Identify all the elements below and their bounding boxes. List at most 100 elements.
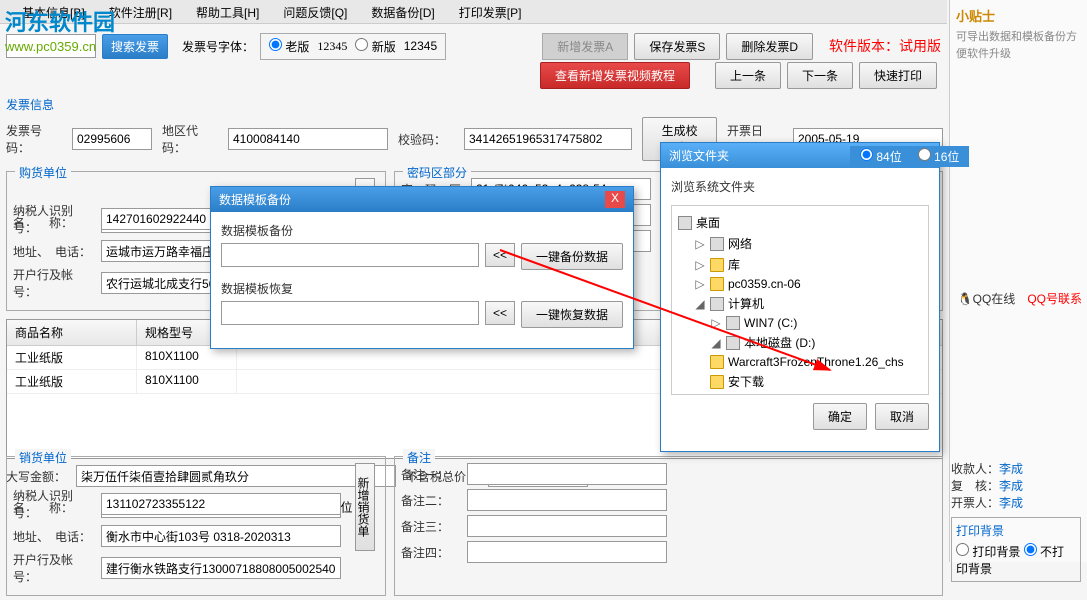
collapse-icon[interactable]: ◢ [710, 336, 722, 350]
menu-feedback[interactable]: 问题反馈[Q] [271, 0, 359, 23]
goods-cell: 工业纸版 [7, 346, 137, 369]
logo-url: www.pc0359.cn [5, 39, 115, 54]
invoice-info-section: 发票信息 [6, 96, 943, 113]
review-label: 复 核： [951, 479, 999, 493]
bit16-radio[interactable]: 16位 [918, 148, 960, 165]
close-icon[interactable]: X [605, 191, 625, 208]
browse-folder-dialog: 浏览文件夹 X 浏览系统文件夹 桌面 ▷网络 ▷库 ▷pc0359.cn-06 … [660, 142, 940, 452]
buyer-section: 购货单位 [15, 164, 71, 181]
menu-print[interactable]: 打印发票[P] [447, 0, 534, 23]
qq-online-link[interactable]: QQ在线 [973, 292, 1016, 306]
seller-tax-label: 纳税人识别号： [13, 487, 91, 521]
tips-title: 小贴士 [956, 6, 1081, 25]
expand-icon[interactable]: ▷ [694, 277, 706, 291]
seller-section: 销货单位 [15, 449, 71, 466]
font-old-sample: 12345 [317, 39, 347, 54]
version-text: 软件版本：试用版 [829, 36, 941, 56]
remark3-input[interactable] [467, 515, 667, 537]
backup-dialog-title: 数据模板备份 [219, 191, 291, 208]
logo-text: 河东软件园 [5, 5, 115, 37]
seller-bank-label: 开户行及帐号： [13, 551, 91, 585]
ok-button[interactable]: 确定 [813, 403, 867, 430]
qq-online-icon: 🐧 [958, 292, 973, 306]
tree-win7[interactable]: ▷WIN7 (C:) [678, 314, 922, 332]
delete-invoice-button[interactable]: 删除发票D [726, 33, 813, 60]
font-label: 发票号字体： [182, 38, 254, 55]
tree-libraries[interactable]: ▷库 [678, 254, 922, 275]
save-invoice-button[interactable]: 保存发票S [634, 33, 720, 60]
network-icon [710, 237, 724, 251]
tree-warcraft[interactable]: Warcraft3FrozenThrone1.26_chs [678, 353, 922, 371]
add-seller-button[interactable]: 新增销货单位 [355, 463, 375, 551]
seller-fieldset: 销货单位 名 称：新增销货单位 纳税人识别号： 地址、 电话： 开户行及帐号： [6, 456, 386, 596]
tree-download[interactable]: 安下载 [678, 371, 922, 392]
issuer-value: 李成 [999, 496, 1023, 510]
expand-icon[interactable]: ▷ [694, 258, 706, 272]
seller-tax-input[interactable] [101, 493, 341, 515]
remark1-input[interactable] [467, 463, 667, 485]
qq-contact-link[interactable]: QQ号联系 [1027, 292, 1082, 306]
region-label: 地区代码： [162, 122, 218, 156]
backup-execute-button[interactable]: 一键备份数据 [521, 243, 623, 270]
buyer-bank-label: 开户行及帐号： [13, 266, 91, 300]
backup-label: 数据模板备份 [221, 222, 623, 239]
print-bg-yes[interactable]: 打印背景 [956, 545, 1020, 559]
cancel-button[interactable]: 取消 [875, 403, 929, 430]
backup-path-input[interactable] [221, 243, 479, 267]
tree-pc0359[interactable]: ▷pc0359.cn-06 [678, 275, 922, 293]
goods-cell: 810X1100 [137, 346, 237, 369]
font-radio-group: 老版 12345 新版 12345 [260, 33, 446, 60]
menu-backup[interactable]: 数据备份[D] [359, 0, 446, 23]
bit84-radio[interactable]: 84位 [860, 148, 902, 165]
restore-execute-button[interactable]: 一键恢复数据 [521, 301, 623, 328]
toolbar-row2: 查看新增发票视频教程 上一条 下一条 快速打印 [0, 60, 947, 90]
restore-browse-button[interactable]: << [485, 301, 515, 325]
remark-section: 备注 [403, 449, 435, 466]
folder-icon [710, 277, 724, 291]
tree-pending[interactable]: 安等待上传 [678, 392, 922, 395]
backup-dialog: 数据模板备份 X 数据模板备份 << 一键备份数据 数据模板恢复 << 一键恢复… [210, 186, 634, 349]
remark2-input[interactable] [467, 489, 667, 511]
remark2-label: 备注二： [401, 492, 457, 509]
new-invoice-button[interactable]: 新增发票A [542, 33, 628, 60]
quick-print-button[interactable]: 快速打印 [859, 62, 937, 89]
invoice-num-input[interactable] [72, 128, 152, 150]
tree-computer[interactable]: ◢计算机 [678, 293, 922, 314]
folder-icon [710, 355, 724, 369]
recv-label: 收款人： [951, 462, 999, 476]
folder-icon [710, 375, 724, 389]
check-input[interactable] [464, 128, 632, 150]
remark-fieldset: 备注 备注一： 备注二： 备注三： 备注四： [394, 456, 943, 596]
restore-path-input[interactable] [221, 301, 479, 325]
remark4-input[interactable] [467, 541, 667, 563]
prev-button[interactable]: 上一条 [715, 62, 781, 89]
expand-icon[interactable]: ▷ [710, 316, 722, 330]
backup-browse-button[interactable]: << [485, 243, 515, 267]
check-label: 校验码： [398, 131, 454, 148]
desktop-icon [678, 216, 692, 230]
invoice-num-label: 发票号码： [6, 122, 62, 156]
tree-desktop[interactable]: 桌面 [678, 212, 922, 233]
browse-dialog-title: 浏览文件夹 [669, 147, 729, 164]
font-old-radio[interactable]: 老版 [269, 38, 309, 55]
seller-bank-input[interactable] [101, 557, 341, 579]
next-button[interactable]: 下一条 [787, 62, 853, 89]
collapse-icon[interactable]: ◢ [694, 297, 706, 311]
goods-cell: 810X1100 [137, 370, 237, 393]
tree-local-d[interactable]: ◢本地磁盘 (D:) [678, 332, 922, 353]
restore-label: 数据模板恢复 [221, 280, 623, 297]
print-section: 收款人：李成 复 核：李成 开票人：李成 打印背景 打印背景 不打印背景 [951, 460, 1081, 582]
logo: 河东软件园 www.pc0359.cn [5, 5, 115, 54]
tips-text: 可导出数据和模板备份方便软件升级 [956, 29, 1081, 62]
tutorial-button[interactable]: 查看新增发票视频教程 [540, 62, 690, 89]
seller-addr-input[interactable] [101, 525, 341, 547]
menu-help[interactable]: 帮助工具[H] [184, 0, 271, 23]
print-bg-label: 打印背景 [956, 522, 1076, 539]
bit-select-group: 84位 16位 [850, 146, 969, 167]
font-new-radio[interactable]: 新版 [355, 38, 395, 55]
expand-icon[interactable]: ▷ [694, 237, 706, 251]
region-input[interactable] [228, 128, 388, 150]
goods-header-name[interactable]: 商品名称 [7, 320, 137, 345]
drive-icon [726, 316, 740, 330]
tree-network[interactable]: ▷网络 [678, 233, 922, 254]
